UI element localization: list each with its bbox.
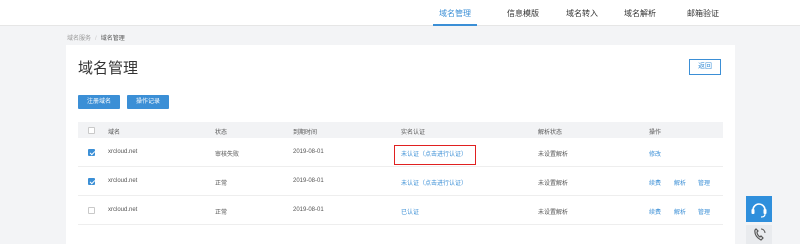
nav-active-underline (433, 24, 477, 26)
header-operations: 操作 (649, 130, 662, 136)
row-status: 正常 (215, 181, 228, 187)
row-domain: xrcloud.net (108, 149, 138, 155)
header-domain: 域名 (108, 130, 121, 136)
row-status: 审核失败 (215, 152, 240, 158)
breadcrumb-separator: / (95, 36, 97, 42)
nav-domain-dns[interactable]: 域名解析 (624, 8, 656, 19)
domain-table: 域名 状态 到期时间 实名认证 解析状态 操作 xrcloud.net 审核失败… (78, 122, 723, 225)
headset-icon (751, 203, 767, 218)
breadcrumb-parent[interactable]: 域名服务 (67, 36, 91, 42)
row-checkbox[interactable] (88, 207, 95, 214)
operation-log-button[interactable]: 操作记录 (127, 95, 169, 109)
row-expire: 2019-08-01 (293, 178, 324, 184)
row-domain: xrcloud.net (108, 207, 138, 213)
row-dns-status: 未设置解析 (538, 210, 569, 216)
row-expire: 2019-08-01 (293, 149, 324, 155)
row-dns-status: 未设置解析 (538, 181, 569, 187)
row-checkbox[interactable] (88, 178, 95, 185)
header-realname: 实名认证 (401, 130, 426, 136)
breadcrumb-current: 域名管理 (100, 36, 125, 42)
highlight-box (394, 145, 476, 165)
row-expire: 2019-08-01 (293, 207, 324, 213)
nav-info-template[interactable]: 信息模版 (507, 8, 539, 19)
row-realname-link[interactable]: 已认证 (401, 207, 419, 216)
row-manage-link[interactable]: 管理 (698, 207, 710, 216)
table-row: xrcloud.net 正常 2019-08-01 未认证（点击进行认证） 未设… (78, 167, 723, 196)
phone-button[interactable] (746, 225, 772, 244)
header-status: 状态 (215, 130, 228, 136)
header-expire: 到期时间 (293, 130, 318, 136)
select-all-checkbox[interactable] (88, 127, 95, 134)
row-dns-status: 未设置解析 (538, 152, 569, 158)
row-domain: xrcloud.net (108, 178, 138, 184)
nav-email-verify[interactable]: 邮箱验证 (687, 8, 719, 19)
nav-domain-transfer[interactable]: 域名转入 (566, 8, 598, 19)
row-modify-link[interactable]: 修改 (649, 149, 661, 158)
row-renew-link[interactable]: 续费 (649, 178, 661, 187)
customer-service-button[interactable] (746, 196, 772, 222)
row-status: 正常 (215, 210, 228, 216)
row-dns-link[interactable]: 解析 (674, 178, 686, 187)
main-card: 域名管理 返回 注册域名 操作记录 域名 状态 到期时间 实名认证 解析状态 操… (66, 45, 735, 244)
row-manage-link[interactable]: 管理 (698, 178, 710, 187)
row-realname-link[interactable]: 未认证（点击进行认证） (401, 178, 467, 187)
top-nav: 域名管理 信息模版 域名转入 域名解析 邮箱验证 (0, 0, 800, 26)
phone-icon (754, 228, 766, 241)
page-title: 域名管理 (78, 60, 139, 77)
table-header: 域名 状态 到期时间 实名认证 解析状态 操作 (78, 122, 723, 138)
breadcrumb: 域名服务 / 域名管理 (67, 33, 125, 42)
back-button[interactable]: 返回 (689, 59, 721, 75)
table-row: xrcloud.net 正常 2019-08-01 已认证 未设置解析 续费 解… (78, 196, 723, 225)
row-checkbox[interactable] (88, 149, 95, 156)
header-dns-status: 解析状态 (538, 130, 563, 136)
row-dns-link[interactable]: 解析 (674, 207, 686, 216)
row-renew-link[interactable]: 续费 (649, 207, 661, 216)
nav-domain-management[interactable]: 域名管理 (439, 8, 471, 19)
register-domain-button[interactable]: 注册域名 (78, 95, 120, 109)
